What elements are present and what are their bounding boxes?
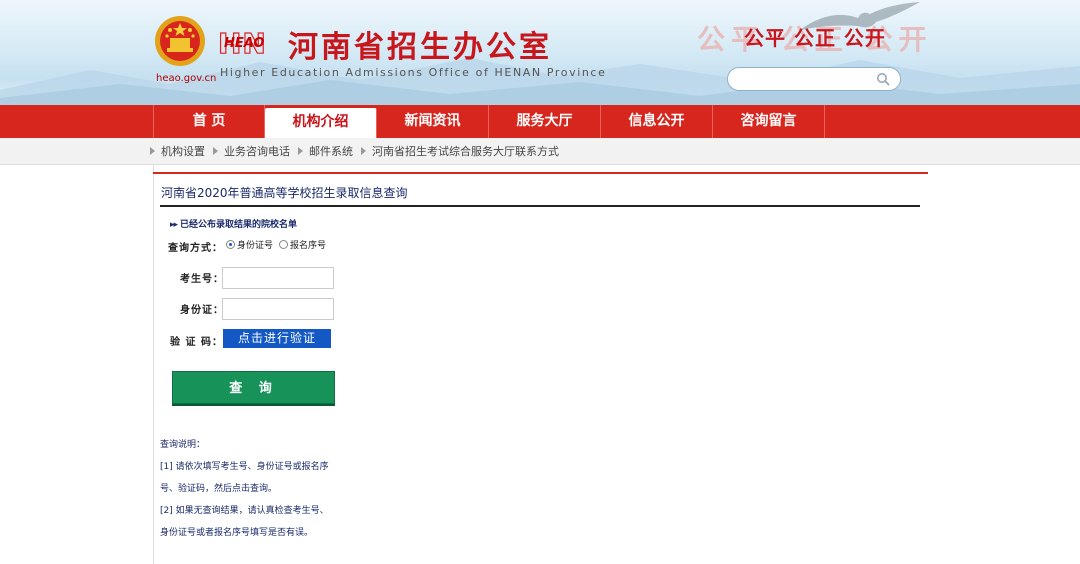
id-number-label: 身份证： bbox=[180, 305, 224, 316]
subnav-item-mail[interactable]: 邮件系统 bbox=[298, 143, 353, 159]
radio-registration-number-label[interactable]: 报名序号 bbox=[290, 238, 326, 251]
site-subtitle: Higher Education Admissions Office of HE… bbox=[220, 66, 607, 79]
divider bbox=[160, 205, 920, 207]
query-submit-button[interactable]: 查 询 bbox=[172, 371, 335, 404]
nav-item-about[interactable]: 机构介绍 bbox=[265, 108, 377, 138]
subnav-item-label: 邮件系统 bbox=[309, 145, 353, 158]
subnav-item-label: 业务咨询电话 bbox=[224, 145, 290, 158]
query-instructions: 查询说明： [1] 请依次填写考生号、身份证号或报名序 号、验证码，然后点击查询… bbox=[160, 434, 329, 544]
site-title: 河南省招生办公室 bbox=[288, 30, 552, 65]
radio-registration-number[interactable] bbox=[279, 240, 289, 249]
instructions-line: [2] 如果无查询结果，请认真检查考生号、 bbox=[160, 506, 329, 516]
page-title: 河南省2020年普通高等学校招生录取信息查询 bbox=[161, 186, 408, 200]
captcha-label: 验 证 码： bbox=[170, 337, 223, 348]
subnav-item-org[interactable]: 机构设置 bbox=[150, 143, 205, 159]
radio-id-number[interactable] bbox=[226, 240, 235, 249]
nav-item-disclosure[interactable]: 信息公开 bbox=[601, 105, 713, 138]
subnav-item-phone[interactable]: 业务咨询电话 bbox=[213, 143, 290, 159]
subnav-item-label: 河南省招生考试综合服务大厅联系方式 bbox=[372, 145, 559, 158]
arrow-right-icon bbox=[361, 147, 366, 155]
nav-item-consult[interactable]: 咨询留言 bbox=[713, 105, 825, 138]
instructions-line: [1] 请依次填写考生号、身份证号或报名序 bbox=[160, 462, 329, 472]
arrow-right-icon bbox=[213, 147, 218, 155]
nav-item-home[interactable]: 首 页 bbox=[153, 105, 265, 138]
query-mode-label: 查询方式： bbox=[168, 243, 223, 254]
search-icon[interactable] bbox=[876, 72, 890, 86]
query-mode-group: 身份证号 报名序号 bbox=[226, 238, 332, 251]
subnav-item-contact[interactable]: 河南省招生考试综合服务大厅联系方式 bbox=[361, 143, 559, 159]
heao-text: HEAO bbox=[224, 36, 265, 51]
subnav-item-label: 机构设置 bbox=[161, 145, 205, 158]
sub-nav: 机构设置 业务咨询电话 邮件系统 河南省招生考试综合服务大厅联系方式 bbox=[0, 138, 1080, 165]
site-domain: heao.gov.cn bbox=[156, 73, 217, 84]
id-number-input[interactable] bbox=[222, 298, 334, 320]
published-schools-link[interactable]: ▸▸ 已经公布录取结果的院校名单 bbox=[170, 217, 297, 230]
instructions-title: 查询说明： bbox=[160, 440, 206, 450]
national-emblem-icon bbox=[155, 16, 205, 66]
divider bbox=[153, 172, 928, 174]
slogan: 公平 公正 公开 bbox=[744, 26, 886, 50]
search-input[interactable] bbox=[727, 67, 901, 91]
main-nav: 首 页 机构介绍 新闻资讯 服务大厅 信息公开 咨询留言 bbox=[0, 105, 1080, 138]
arrow-right-icon bbox=[298, 147, 303, 155]
double-arrow-icon: ▸▸ bbox=[170, 220, 178, 230]
instructions-line: 身份证号或者报名序号填写是否有误。 bbox=[160, 528, 314, 538]
published-schools-link-label: 已经公布录取结果的院校名单 bbox=[180, 220, 298, 230]
heao-logo: HN HEAO bbox=[217, 26, 280, 60]
exam-number-label: 考生号： bbox=[180, 274, 224, 285]
arrow-right-icon bbox=[150, 147, 155, 155]
captcha-verify-button[interactable]: 点击进行验证 bbox=[223, 329, 331, 348]
nav-item-services[interactable]: 服务大厅 bbox=[489, 105, 601, 138]
site-header: heao.gov.cn HN HEAO 河南省招生办公室 Higher Educ… bbox=[0, 0, 1080, 105]
content-left-border bbox=[153, 164, 154, 564]
exam-number-input[interactable] bbox=[222, 267, 334, 289]
instructions-line: 号、验证码，然后点击查询。 bbox=[160, 484, 278, 494]
nav-item-news[interactable]: 新闻资讯 bbox=[377, 105, 489, 138]
radio-id-number-label[interactable]: 身份证号 bbox=[237, 238, 273, 251]
